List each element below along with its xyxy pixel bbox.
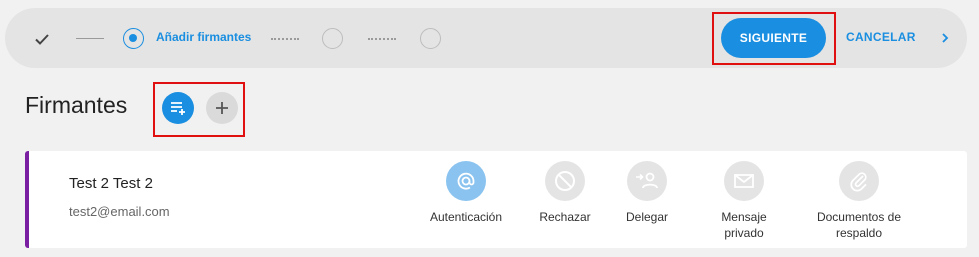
- add-from-list-button[interactable]: [162, 92, 194, 124]
- highlight-box-next: [712, 12, 836, 65]
- action-delegate[interactable]: Delegar: [592, 161, 702, 225]
- signer-email: test2@email.com: [69, 204, 170, 219]
- step-connector-dotted: [368, 38, 396, 40]
- step-indicator-2[interactable]: [322, 28, 343, 49]
- playlist-add-icon: [171, 102, 185, 115]
- page-title: Firmantes: [25, 92, 128, 118]
- block-icon[interactable]: [545, 161, 585, 201]
- step-indicator-active[interactable]: [123, 28, 144, 49]
- step-connector: [76, 38, 104, 39]
- action-supporting-documents[interactable]: Documentos de respaldo: [804, 161, 914, 241]
- chevron-right-icon[interactable]: [937, 29, 953, 47]
- add-signer-button[interactable]: [206, 92, 238, 124]
- action-private-message[interactable]: Mensaje privado: [689, 161, 799, 241]
- action-label: Delegar: [625, 210, 669, 224]
- step-label-add-signers[interactable]: Añadir firmantes: [156, 30, 251, 44]
- check-icon: [35, 34, 49, 45]
- signer-card: Test 2 Test 2 test2@email.com Autenticac…: [25, 151, 967, 248]
- mail-icon[interactable]: [724, 161, 764, 201]
- action-authentication[interactable]: Autenticación: [411, 161, 521, 225]
- at-icon[interactable]: [446, 161, 486, 201]
- delegate-person-icon[interactable]: [627, 161, 667, 201]
- plus-icon: [216, 102, 228, 114]
- step-indicator-3[interactable]: [420, 28, 441, 49]
- cancel-button[interactable]: CANCELAR: [846, 30, 916, 44]
- signer-name: Test 2 Test 2: [69, 175, 153, 192]
- action-label: Autenticación: [429, 210, 503, 224]
- paperclip-icon[interactable]: [839, 161, 879, 201]
- action-label: Mensaje privado: [721, 210, 767, 240]
- action-label: Documentos de respaldo: [816, 210, 902, 240]
- step-connector-dotted: [271, 38, 299, 40]
- action-label: Rechazar: [539, 210, 591, 224]
